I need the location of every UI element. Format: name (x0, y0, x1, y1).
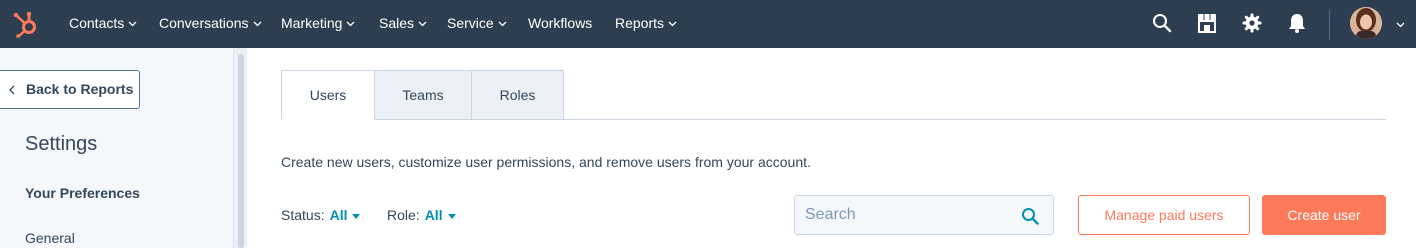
nav-item-service[interactable]: Service (447, 0, 507, 48)
nav-item-label: Conversations (159, 15, 249, 31)
search-icon[interactable] (1151, 12, 1173, 34)
sidebar-section-your-preferences[interactable]: Your Preferences (25, 185, 140, 201)
role-filter[interactable]: Role: All (387, 207, 456, 223)
tab-users[interactable]: Users (281, 70, 375, 120)
sidebar-title: Settings (25, 133, 98, 155)
nav-item-reports[interactable]: Reports (615, 0, 677, 48)
sidebar-scrollbar[interactable] (233, 48, 247, 248)
nav-item-label: Workflows (528, 15, 593, 31)
tab-roles[interactable]: Roles (471, 70, 564, 120)
nav-item-conversations[interactable]: Conversations (159, 0, 262, 48)
manage-paid-users-button[interactable]: Manage paid users (1078, 195, 1250, 235)
nav-item-label: Contacts (69, 15, 125, 31)
chevron-down-icon (347, 21, 355, 27)
status-filter-value[interactable]: All (330, 207, 348, 223)
role-filter-label: Role: (387, 207, 420, 223)
back-button-label: Back to Reports (26, 81, 134, 97)
nav-divider (1329, 10, 1330, 40)
user-avatar[interactable] (1350, 7, 1382, 39)
nav-item-marketing[interactable]: Marketing (281, 0, 355, 48)
caret-down-icon (447, 213, 456, 219)
marketplace-icon[interactable] (1196, 12, 1218, 34)
status-filter[interactable]: Status: All (281, 207, 361, 223)
search-icon[interactable] (1021, 207, 1039, 225)
chevron-down-icon (498, 21, 507, 27)
status-filter-label: Status: (281, 207, 325, 223)
role-filter-value[interactable]: All (425, 207, 443, 223)
chevron-down-icon (253, 21, 261, 27)
nav-item-contacts[interactable]: Contacts (69, 0, 137, 48)
avatar-portrait (1350, 7, 1382, 39)
tab-teams[interactable]: Teams (374, 70, 472, 120)
nav-item-workflows[interactable]: Workflows (528, 0, 592, 48)
create-user-button[interactable]: Create user (1262, 195, 1386, 235)
hubspot-sprocket-icon[interactable] (12, 10, 40, 38)
nav-item-sales[interactable]: Sales (379, 0, 427, 48)
page-description: Create new users, customize user permiss… (281, 154, 811, 170)
chevron-down-icon (668, 21, 677, 27)
tab-label: Teams (402, 87, 444, 103)
nav-item-label: Service (447, 15, 494, 31)
nav-item-label: Marketing (281, 15, 343, 31)
caret-down-icon (352, 213, 361, 219)
chevron-down-icon[interactable] (1396, 22, 1405, 28)
scrollbar-thumb[interactable] (238, 54, 244, 248)
back-to-reports-button[interactable]: Back to Reports (0, 70, 140, 109)
tab-label: Roles (499, 87, 536, 103)
user-search-box (794, 195, 1054, 235)
tab-label: Users (309, 87, 347, 103)
search-input[interactable] (795, 196, 1015, 234)
chevron-left-icon (9, 85, 15, 95)
sidebar-item-general[interactable]: General (25, 230, 75, 246)
chevron-down-icon (418, 21, 427, 27)
nav-item-label: Reports (615, 15, 665, 31)
nav-item-label: Sales (379, 15, 415, 31)
top-navigation-bar: Contacts Conversations Marketing Sales S… (0, 0, 1416, 48)
chevron-down-icon (128, 21, 137, 27)
settings-gear-icon[interactable] (1241, 12, 1263, 34)
notifications-bell-icon[interactable] (1286, 12, 1308, 34)
